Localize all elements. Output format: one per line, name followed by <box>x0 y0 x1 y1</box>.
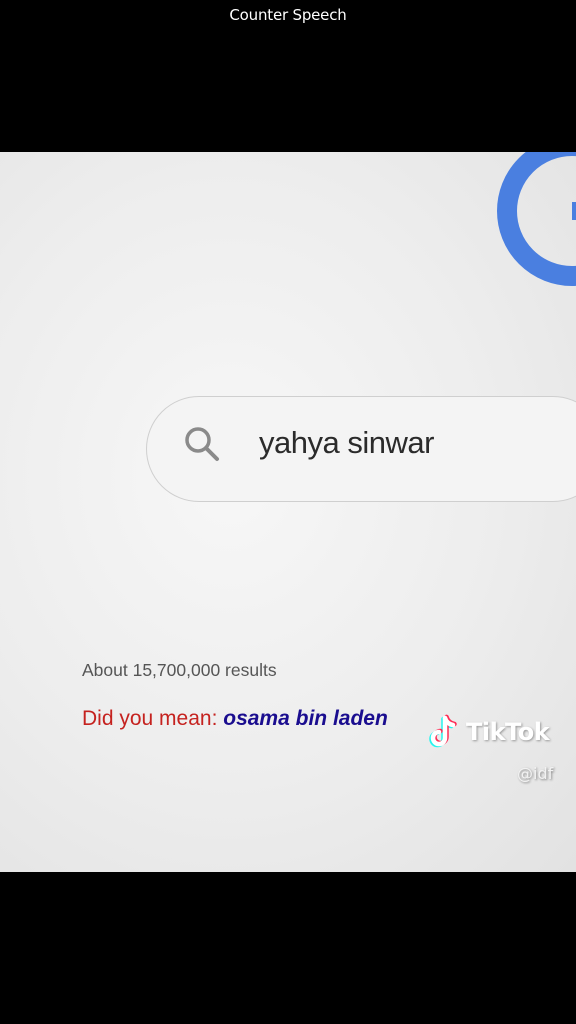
results-count: About 15,700,000 results <box>82 660 277 680</box>
search-bar[interactable]: yahya sinwar <box>146 396 576 502</box>
video-caption: Counter Speech <box>229 6 347 24</box>
video-content: yahya sinwar About 15,700,000 results Di… <box>0 152 576 872</box>
did-you-mean: Did you mean: osama bin laden <box>82 707 388 731</box>
video-frame: Counter Speech yahya sinwar About 15,700… <box>0 0 576 1024</box>
google-g-logo <box>497 152 576 286</box>
creator-handle: @idf <box>517 764 554 783</box>
tiktok-watermark: TikTok <box>428 714 550 750</box>
tiktok-note-icon <box>429 714 457 748</box>
did-you-mean-link[interactable]: osama bin laden <box>223 707 388 730</box>
tiktok-brand: TikTok <box>466 718 550 746</box>
search-icon[interactable] <box>183 425 221 463</box>
did-you-mean-prefix: Did you mean: <box>82 707 224 730</box>
search-query[interactable]: yahya sinwar <box>259 425 434 461</box>
